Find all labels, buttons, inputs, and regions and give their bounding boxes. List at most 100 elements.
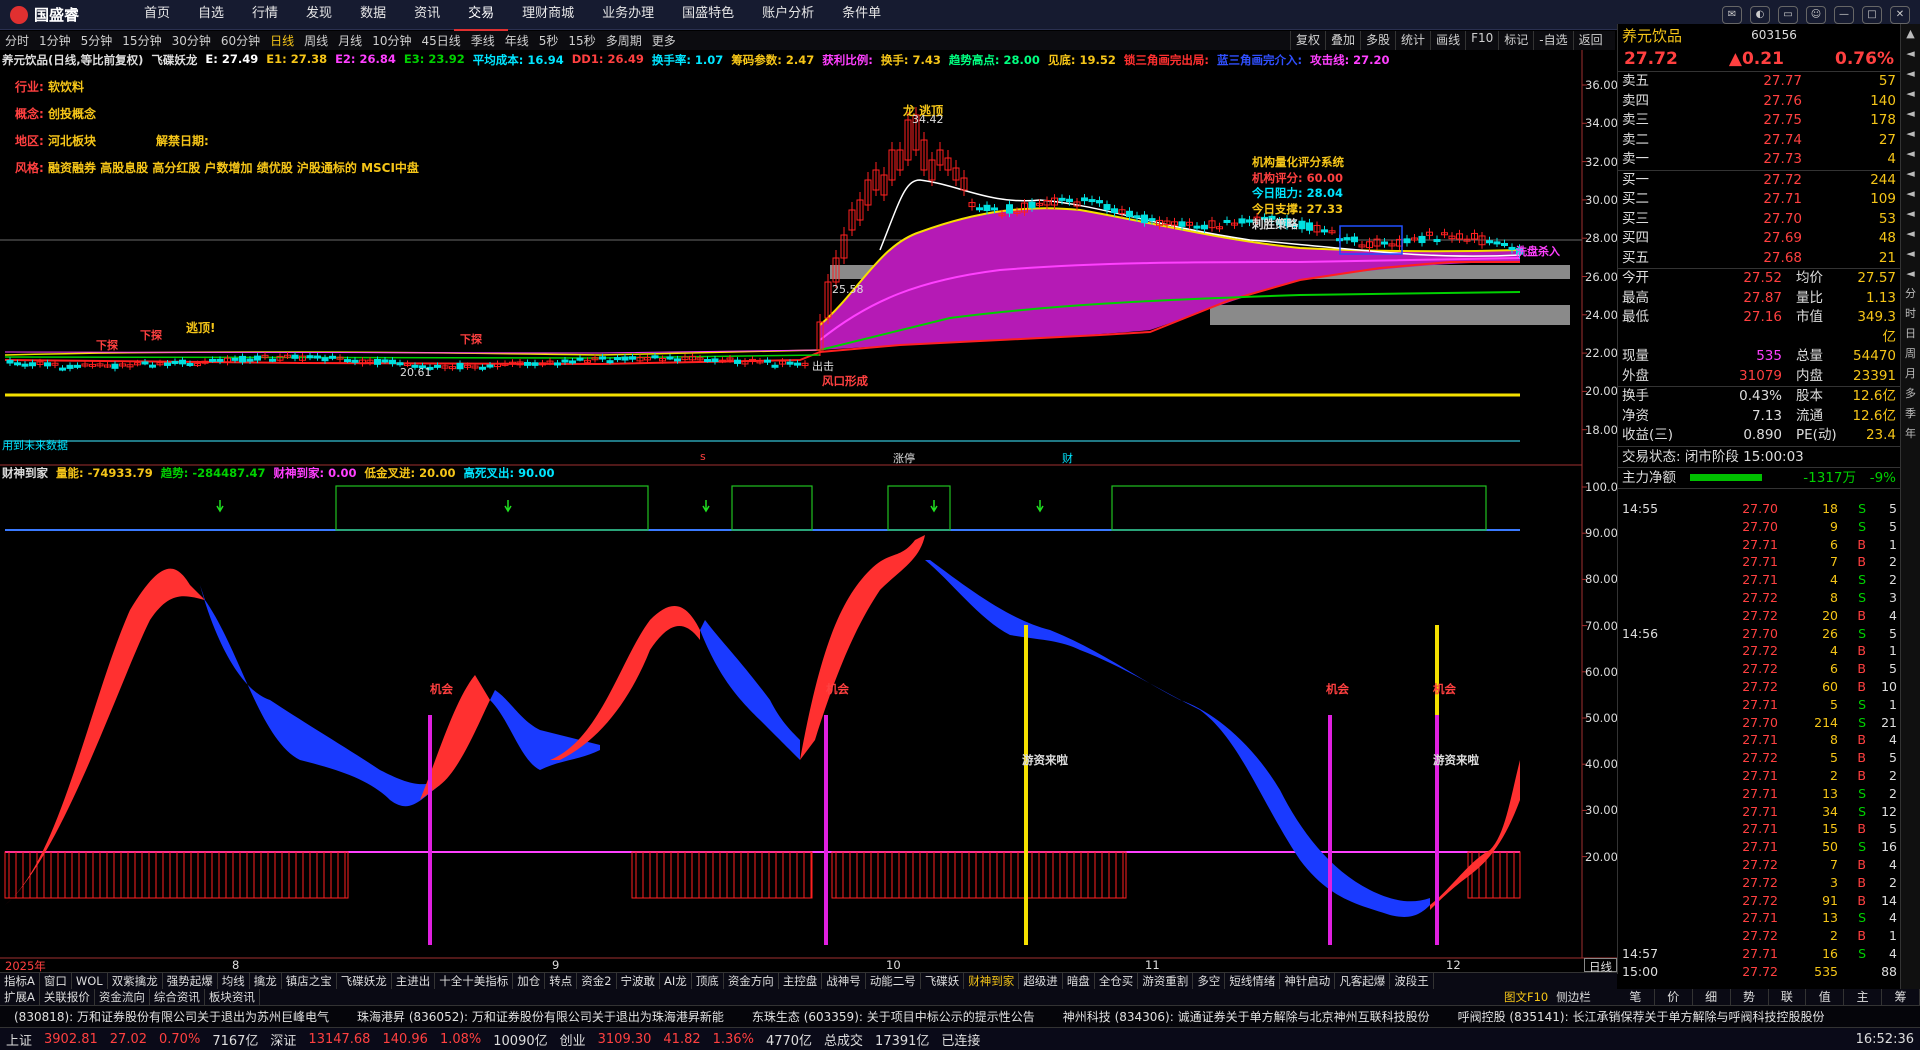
index-cy[interactable]: 创业 [554,1030,592,1049]
ticker-item-0[interactable]: (830818): 万和证券股份有限公司关于退出为苏州巨峰电气 [0,1008,343,1025]
side-nav-5[interactable]: ◄ [1901,124,1920,144]
side-nav-7[interactable]: ◄ [1901,164,1920,184]
idx-tab-2[interactable]: WOL [72,973,108,989]
side-btn-0[interactable]: 分 [1901,284,1920,304]
minimize-icon[interactable]: — [1834,5,1854,24]
menu-item-0[interactable]: 首页 [130,0,184,31]
menu-item-11[interactable]: 条件单 [828,0,895,31]
bids-row-4[interactable]: 买五 27.68 21 [1618,249,1900,269]
idx-tab-9[interactable]: 主进出 [392,973,436,989]
idx-tab-21[interactable]: 飞碟妖 [921,973,965,989]
tool-7[interactable]: -自选 [1533,31,1572,50]
idx-tab-27[interactable]: 多空 [1193,973,1226,989]
r-tab-5[interactable]: 值 [1806,989,1845,1005]
tab-f10[interactable]: 图文F10 [1500,989,1552,1005]
close-icon[interactable]: ✕ [1890,5,1910,24]
period-16[interactable]: 更多 [647,32,681,49]
index-sh[interactable]: 上证 [0,1030,38,1049]
menu-item-5[interactable]: 资讯 [400,0,454,31]
screen-icon[interactable]: ▭ [1778,5,1798,24]
idx-tab-13[interactable]: 资金2 [577,973,617,989]
sub-tab-3[interactable]: 综合资讯 [150,989,205,1005]
idx-tab-10[interactable]: 十全十美指标 [435,973,514,989]
idx-tab-29[interactable]: 神针启动 [1280,973,1336,989]
idx-tab-14[interactable]: 宁波敢 [617,973,661,989]
menu-item-10[interactable]: 账户分析 [748,0,828,31]
tool-5[interactable]: F10 [1465,31,1498,50]
side-nav-0[interactable]: ▲ [1901,24,1920,44]
period-label[interactable]: 日线 [1584,958,1617,974]
side-btn-7[interactable]: 年 [1901,424,1920,444]
idx-tab-18[interactable]: 主控盘 [779,973,823,989]
idx-tab-5[interactable]: 均线 [218,973,250,989]
menu-item-6[interactable]: 交易 [454,0,509,31]
menu-item-8[interactable]: 业务办理 [588,0,668,31]
ticker-item-4[interactable]: 呼阀控股 (835141): 长江承销保荐关于单方解除与呼阀科技控股股份 [1444,1008,1839,1025]
side-nav-1[interactable]: ◄ [1901,44,1920,64]
side-nav-10[interactable]: ◄ [1901,224,1920,244]
period-9[interactable]: 10分钟 [367,32,416,49]
idx-tab-22[interactable]: 财神到家 [964,973,1020,989]
idx-tab-6[interactable]: 擒龙 [250,973,282,989]
period-7[interactable]: 周线 [299,32,333,49]
ticker-item-3[interactable]: 神州科技 (834306): 诚通证券关于单方解除与北京神州互联科技股份 [1049,1008,1444,1025]
tick-list[interactable]: 14:55 27.70 18 S 5 27.70 9 S 5 27.71 6 B 1 27.71 7 B 2 27… [1618,500,1901,981]
idx-tab-16[interactable]: 顶底 [692,973,724,989]
side-nav-2[interactable]: ◄ [1901,64,1920,84]
idx-tab-3[interactable]: 双紫擒龙 [108,973,163,989]
side-btn-1[interactable]: 时 [1901,304,1920,324]
period-0[interactable]: 分时 [0,32,34,49]
side-btn-6[interactable]: 季 [1901,404,1920,424]
r-tab-4[interactable]: 联 [1769,989,1807,1005]
period-3[interactable]: 15分钟 [117,32,166,49]
idx-tab-1[interactable]: 窗口 [40,973,72,989]
idx-tab-26[interactable]: 游资重割 [1138,973,1194,989]
period-2[interactable]: 5分钟 [76,32,118,49]
sub-tab-0[interactable]: 扩展A [0,989,40,1005]
side-nav-8[interactable]: ◄ [1901,184,1920,204]
r-tab-7[interactable]: 筹 [1882,989,1920,1005]
period-15[interactable]: 多周期 [601,32,647,49]
ticker-item-1[interactable]: 珠海港昇 (836052): 万和证券股份有限公司关于退出为珠海港昇新能 [343,1008,738,1025]
bids-row-0[interactable]: 买一 27.72 244 [1618,171,1900,191]
side-nav-3[interactable]: ◄ [1901,84,1920,104]
skin-icon[interactable]: ◐ [1750,5,1770,24]
side-nav-9[interactable]: ◄ [1901,204,1920,224]
idx-tab-7[interactable]: 镇店之宝 [282,973,337,989]
tool-3[interactable]: 统计 [1395,31,1430,50]
news-ticker[interactable]: (830818): 万和证券股份有限公司关于退出为苏州巨峰电气 珠海港昇 (836… [0,1005,1920,1027]
sub-tab-1[interactable]: 关联报价 [40,989,95,1005]
tab-sidebar[interactable]: 侧边栏 [1552,989,1595,1005]
menu-item-4[interactable]: 数据 [346,0,400,31]
r-tab-3[interactable]: 势 [1731,989,1769,1005]
idx-tab-0[interactable]: 指标A [0,973,40,989]
period-1[interactable]: 1分钟 [34,32,76,49]
idx-tab-20[interactable]: 动能二号 [866,973,921,989]
tool-6[interactable]: 标记 [1498,31,1533,50]
side-btn-2[interactable]: 日 [1901,324,1920,344]
r-tab-6[interactable]: 主 [1844,989,1883,1005]
period-5[interactable]: 60分钟 [216,32,265,49]
period-11[interactable]: 季线 [466,32,500,49]
idx-tab-24[interactable]: 暗盘 [1063,973,1095,989]
chart-area[interactable] [0,50,1617,972]
bids-row-3[interactable]: 买四 27.69 48 [1618,229,1900,249]
period-13[interactable]: 5秒 [534,32,564,49]
r-tab-1[interactable]: 价 [1655,989,1693,1005]
idx-tab-28[interactable]: 短线情绪 [1225,973,1281,989]
tool-2[interactable]: 多股 [1360,31,1395,50]
tool-8[interactable]: 返回 [1572,31,1608,50]
stock-name[interactable]: 养元饮品 [1622,25,1682,46]
period-6[interactable]: 日线 [265,32,299,49]
idx-tab-17[interactable]: 资金方向 [724,973,779,989]
sub-tab-2[interactable]: 资金流向 [95,989,150,1005]
index-sz[interactable]: 深证 [264,1030,302,1049]
period-14[interactable]: 15秒 [563,32,600,49]
side-nav-11[interactable]: ◄ [1901,244,1920,264]
asks-row-4[interactable]: 卖一 27.73 4 [1618,150,1900,170]
idx-tab-25[interactable]: 全仓买 [1095,973,1139,989]
bids-row-1[interactable]: 买二 27.71 109 [1618,190,1900,210]
idx-tab-15[interactable]: AI龙 [660,973,692,989]
idx-tab-30[interactable]: 凡客起爆 [1335,973,1391,989]
maximize-icon[interactable]: □ [1862,5,1882,24]
